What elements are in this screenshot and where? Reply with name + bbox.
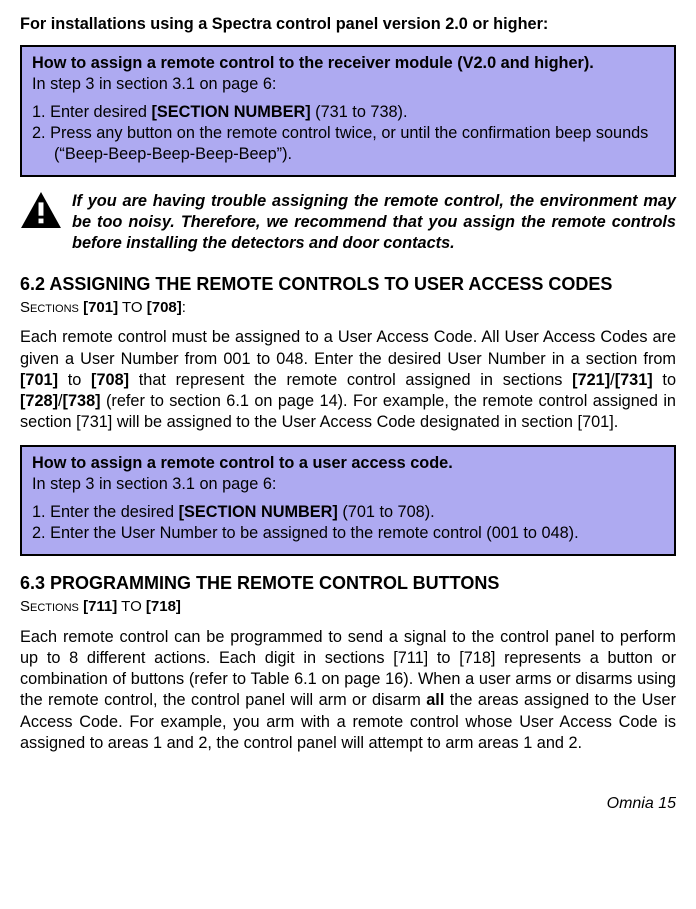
- p62-708: [708]: [91, 371, 129, 389]
- box1-step2: 2. Press any button on the remote contro…: [32, 123, 664, 165]
- range-colon: :: [182, 299, 186, 316]
- p62-d: to: [653, 371, 676, 389]
- sections-range-6-3: Sections [711] TO [718]: [20, 597, 676, 617]
- p62-731: [731]: [615, 371, 653, 389]
- sections-range-6-2: Sections [701] TO [708]:: [20, 298, 676, 318]
- box1-step1: 1. Enter desired [SECTION NUMBER] (731 t…: [32, 102, 664, 123]
- instruction-box-2: How to assign a remote control to a user…: [20, 445, 676, 556]
- range-b: [708]: [147, 299, 182, 316]
- box2-step1-section: [SECTION NUMBER]: [179, 503, 338, 521]
- box1-title: How to assign a remote control to the re…: [32, 53, 664, 74]
- p62-a: Each remote control must be assigned to …: [20, 328, 676, 367]
- box1-step1-section: [SECTION NUMBER]: [151, 103, 310, 121]
- box1-subtitle: In step 3 in section 3.1 on page 6:: [32, 74, 664, 95]
- p62-c: that represent the remote control assign…: [129, 371, 572, 389]
- warning-icon: [20, 191, 62, 229]
- p63-all: all: [426, 691, 444, 709]
- p62-721: [721]: [572, 371, 610, 389]
- range-label: Sections: [20, 299, 83, 316]
- box2-step1: 1. Enter the desired [SECTION NUMBER] (7…: [32, 502, 664, 523]
- p62-728: [728]: [20, 392, 58, 410]
- warning-text: If you are having trouble assigning the …: [72, 191, 676, 255]
- para-6-2: Each remote control must be assigned to …: [20, 327, 676, 433]
- warning-block: If you are having trouble assigning the …: [20, 191, 676, 255]
- range-to: TO: [118, 299, 147, 316]
- box2-step1-pre: 1. Enter the desired: [32, 503, 179, 521]
- box2-step2: 2. Enter the User Number to be assigned …: [32, 523, 664, 544]
- intro-line: For installations using a Spectra contro…: [20, 14, 676, 35]
- box1-step1-post: (731 to 738).: [311, 103, 408, 121]
- range-a: [701]: [83, 299, 118, 316]
- range-label-63: Sections: [20, 598, 83, 615]
- heading-6-3: 6.3 PROGRAMMING THE REMOTE CONTROL BUTTO…: [20, 572, 676, 595]
- heading-6-2: 6.2 ASSIGNING THE REMOTE CONTROLS TO USE…: [20, 273, 676, 296]
- box2-title: How to assign a remote control to a user…: [32, 453, 664, 474]
- range-to-63: TO: [117, 598, 146, 615]
- range-a-63: [711]: [83, 598, 117, 615]
- box1-step1-pre: 1. Enter desired: [32, 103, 151, 121]
- box2-step1-post: (701 to 708).: [338, 503, 435, 521]
- para-6-3: Each remote control can be programmed to…: [20, 627, 676, 754]
- instruction-box-1: How to assign a remote control to the re…: [20, 45, 676, 177]
- p62-b: to: [58, 371, 91, 389]
- p62-e: (refer to section 6.1 on page 14). For e…: [20, 392, 676, 431]
- range-b-63: [718]: [146, 598, 181, 615]
- p62-701: [701]: [20, 371, 58, 389]
- box2-subtitle: In step 3 in section 3.1 on page 6:: [32, 474, 664, 495]
- page-footer: Omnia 15: [20, 794, 676, 815]
- p62-738: [738]: [63, 392, 101, 410]
